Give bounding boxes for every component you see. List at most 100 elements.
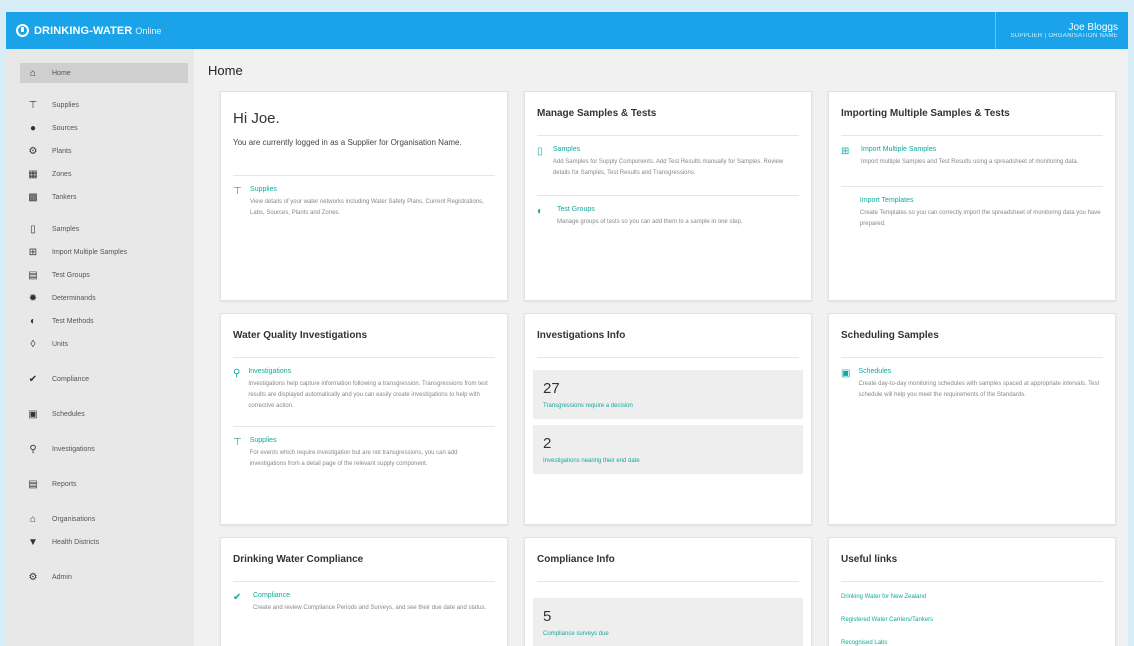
stat-number: 27 xyxy=(543,380,560,397)
sidebar-item-label: Test Methods xyxy=(52,317,94,325)
schedules-desc: Create day-to-day monitoring schedules w… xyxy=(858,381,1100,398)
card-title: Scheduling Samples xyxy=(841,330,939,341)
sidebar-item-label: Organisations xyxy=(52,515,96,523)
sidebar-item-zones[interactable]: ▦ Zones xyxy=(20,164,188,184)
sidebar-item-label: Samples xyxy=(52,225,80,233)
sidebar-item-label: Sources xyxy=(52,124,78,132)
tap-icon: ⊤ xyxy=(233,437,242,448)
sidebar-item-units[interactable]: ◊ Units xyxy=(20,334,188,354)
schedules-link[interactable]: Schedules xyxy=(858,368,1103,375)
sidebar-item-label: Tankers xyxy=(52,193,77,201)
test-groups-link-block[interactable]: ◐ Test Groups Manage groups of tests so … xyxy=(525,206,811,228)
test-groups-icon: ◐ xyxy=(537,206,544,217)
import-samples-link-block[interactable]: ⊞ Import Multiple Samples Import multipl… xyxy=(829,146,1115,168)
divider xyxy=(841,357,1103,358)
greeting: Hi Joe. xyxy=(233,110,280,127)
transgressions-stat[interactable]: 27 Transgressions require a decision xyxy=(533,370,803,419)
investigations-link-block[interactable]: ⚲ Investigations Investigations help cap… xyxy=(221,368,507,412)
drinking-water-compliance-card: Drinking Water Compliance ✔ Compliance C… xyxy=(220,537,508,646)
sidebar-item-plants[interactable]: ⚙ Plants xyxy=(20,141,188,161)
compliance-link[interactable]: Compliance xyxy=(253,592,486,599)
divider xyxy=(537,581,799,582)
divider xyxy=(841,186,1103,187)
divider xyxy=(537,357,799,358)
test-groups-link[interactable]: Test Groups xyxy=(557,206,742,213)
tap-icon: ⊤ xyxy=(28,99,38,111)
useful-link[interactable]: Drinking Water for New Zealand xyxy=(829,594,1115,600)
water-quality-card: Water Quality Investigations ⚲ Investiga… xyxy=(220,313,508,525)
investigations-desc: Investigations help capture information … xyxy=(248,381,488,409)
sidebar-item-organisations[interactable]: ⌂ Organisations xyxy=(20,509,188,529)
sidebar-item-home[interactable]: ⌂ Home xyxy=(20,63,188,83)
sidebar-item-health-districts[interactable]: ▼ Health Districts xyxy=(20,532,188,552)
import-icon: ⊞ xyxy=(841,146,850,157)
card-title: Investigations Info xyxy=(537,330,626,341)
sample-bottle-icon: ▯ xyxy=(30,223,36,235)
wqi-supplies-link-block[interactable]: ⊤ Supplies For events which require inve… xyxy=(221,437,507,470)
samples-link[interactable]: Samples xyxy=(553,146,799,153)
sidebar-item-admin[interactable]: ⚙ Admin xyxy=(20,567,188,587)
importing-card: Importing Multiple Samples & Tests ⊞ Imp… xyxy=(828,91,1116,301)
sidebar-item-label: Determinands xyxy=(52,294,96,302)
divider xyxy=(233,175,495,176)
user-menu[interactable]: Joe Bloggs SUPPLIER | ORGANISATION NAME xyxy=(995,12,1128,49)
sidebar-item-supplies[interactable]: ⊤ Supplies xyxy=(20,95,188,115)
divider xyxy=(233,581,495,582)
divider xyxy=(233,357,495,358)
compliance-surveys-stat[interactable]: 5 Compliance surveys due xyxy=(533,598,803,646)
app-brand[interactable]: DRINKING-WATER Online xyxy=(6,24,161,37)
sidebar-item-test-methods[interactable]: ◐ Test Methods xyxy=(20,311,188,331)
wqi-supplies-link[interactable]: Supplies xyxy=(250,437,495,444)
sidebar-item-sources[interactable]: ● Sources xyxy=(20,118,188,138)
sidebar-item-tankers[interactable]: ▩ Tankers xyxy=(20,187,188,207)
drinking-water-logo-icon xyxy=(16,24,29,37)
supplies-link-block[interactable]: ⊤ Supplies View details of your water ne… xyxy=(221,186,507,219)
drop-icon: ● xyxy=(29,122,37,134)
calendar-icon: ▣ xyxy=(28,408,38,420)
login-info: You are currently logged in as a Supplie… xyxy=(233,138,462,147)
stat-label[interactable]: Transgressions require a decision xyxy=(543,403,793,409)
schedules-link-block[interactable]: ▣ Schedules Create day-to-day monitoring… xyxy=(829,368,1115,401)
sample-bottle-icon: ▯ xyxy=(537,146,543,157)
investigations-link[interactable]: Investigations xyxy=(248,368,495,375)
home-icon: ⌂ xyxy=(29,67,37,79)
import-templates-link-block[interactable]: Import Templates Create Templates so you… xyxy=(829,197,1115,230)
stat-label[interactable]: Compliance surveys due xyxy=(543,631,793,637)
sidebar-item-label: Admin xyxy=(52,573,72,581)
samples-link-block[interactable]: ▯ Samples Add Samples for Supply Compone… xyxy=(525,146,811,179)
determinands-icon: ✹ xyxy=(28,292,38,304)
useful-link[interactable]: Recognised Labs xyxy=(829,640,1115,646)
investigations-info-card: Investigations Info 27 Transgressions re… xyxy=(524,313,812,525)
stat-label[interactable]: Investigations nearing their end date xyxy=(543,458,793,464)
sidebar-item-investigations[interactable]: ⚲ Investigations xyxy=(20,439,188,459)
sidebar-item-determinands[interactable]: ✹ Determinands xyxy=(20,288,188,308)
sidebar-item-label: Investigations xyxy=(52,445,95,453)
card-title: Compliance Info xyxy=(537,554,615,565)
compliance-info-card: Compliance Info 5 Compliance surveys due xyxy=(524,537,812,646)
truck-icon: ▩ xyxy=(28,191,38,203)
sidebar-item-label: Reports xyxy=(52,480,77,488)
useful-link[interactable]: Registered Water Carriers/Tankers xyxy=(829,617,1115,623)
sidebar-item-samples[interactable]: ▯ Samples xyxy=(20,219,188,239)
sidebar-item-label: Schedules xyxy=(52,410,85,418)
import-samples-link[interactable]: Import Multiple Samples xyxy=(861,146,1078,153)
supplies-link[interactable]: Supplies xyxy=(250,186,495,193)
divider xyxy=(233,426,495,427)
import-templates-link[interactable]: Import Templates xyxy=(860,197,1103,204)
compliance-link-block[interactable]: ✔ Compliance Create and review Complianc… xyxy=(221,592,507,614)
sidebar-item-label: Supplies xyxy=(52,101,79,109)
sidebar-item-reports[interactable]: ▤ Reports xyxy=(20,474,188,494)
card-title: Importing Multiple Samples & Tests xyxy=(841,108,1010,119)
card-title: Water Quality Investigations xyxy=(233,330,368,341)
sidebar-item-import-multiple-samples[interactable]: ⊞ Import Multiple Samples xyxy=(20,242,188,262)
sidebar-item-compliance[interactable]: ✔ Compliance xyxy=(20,369,188,389)
investigations-ending-stat[interactable]: 2 Investigations nearing their end date xyxy=(533,425,803,474)
top-bar: DRINKING-WATER Online Joe Bloggs SUPPLIE… xyxy=(6,12,1128,49)
brand-name: DRINKING-WATER xyxy=(34,24,133,37)
user-role: SUPPLIER | ORGANISATION NAME xyxy=(1010,33,1118,39)
sidebar-item-schedules[interactable]: ▣ Schedules xyxy=(20,404,188,424)
test-groups-desc: Manage groups of tests so you can add th… xyxy=(557,219,743,225)
building-icon: ⌂ xyxy=(29,513,37,525)
sidebar-item-test-groups[interactable]: ▤ Test Groups xyxy=(20,265,188,285)
sidebar-item-label: Compliance xyxy=(52,375,89,383)
